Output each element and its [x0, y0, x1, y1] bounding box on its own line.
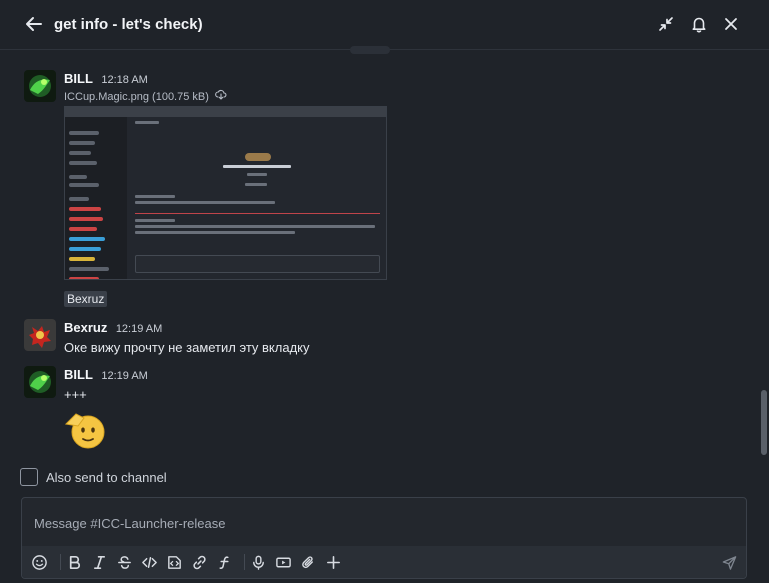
bold-icon[interactable]: [65, 553, 83, 571]
message-author[interactable]: Bexruz: [64, 320, 107, 335]
link-icon[interactable]: [190, 553, 208, 571]
composer-toolbar: [22, 546, 746, 578]
code-block-icon[interactable]: [165, 553, 183, 571]
avatar[interactable]: [24, 319, 56, 351]
saluting-face-icon: [64, 410, 108, 450]
message-author[interactable]: BILL: [64, 71, 93, 86]
message-composer: [21, 497, 747, 579]
formula-icon[interactable]: [215, 553, 233, 571]
minimize-icon[interactable]: [657, 15, 675, 33]
message-input[interactable]: [34, 514, 724, 532]
avatar[interactable]: [24, 70, 56, 102]
video-message-icon[interactable]: [274, 553, 292, 571]
microphone-icon[interactable]: [249, 553, 267, 571]
also-send-checkbox[interactable]: [20, 468, 38, 486]
code-icon[interactable]: [140, 553, 158, 571]
user-mention-chip[interactable]: Bexruz: [64, 291, 108, 307]
scrollbar[interactable]: [761, 390, 767, 455]
message-text: +++: [64, 387, 87, 402]
download-icon[interactable]: [215, 89, 227, 104]
also-send-label: Also send to channel: [46, 469, 167, 485]
message-time: 12:19 AM: [101, 370, 148, 382]
send-icon[interactable]: [720, 553, 738, 571]
plus-icon[interactable]: [324, 553, 342, 571]
message-text: Оке вижу прочту не заметил эту вкладку: [64, 340, 310, 355]
file-name[interactable]: ICCup.Magic.png (100.75 kB): [64, 91, 209, 103]
attachment-icon[interactable]: [299, 553, 317, 571]
image-attachment[interactable]: [64, 106, 387, 280]
thread-header: get info - let's check): [0, 0, 769, 50]
back-arrow-icon[interactable]: [24, 14, 44, 34]
message-time: 12:19 AM: [115, 323, 163, 335]
thread-title: get info - let's check): [54, 16, 203, 33]
message-time: 12:18 AM: [101, 74, 148, 86]
message-author[interactable]: BILL: [64, 367, 93, 382]
emoji-icon[interactable]: [30, 553, 48, 571]
avatar[interactable]: [24, 366, 56, 398]
close-icon[interactable]: [722, 15, 740, 33]
strikethrough-icon[interactable]: [115, 553, 133, 571]
new-messages-divider: [350, 46, 390, 54]
italic-icon[interactable]: [90, 553, 108, 571]
bell-icon[interactable]: [690, 15, 708, 33]
